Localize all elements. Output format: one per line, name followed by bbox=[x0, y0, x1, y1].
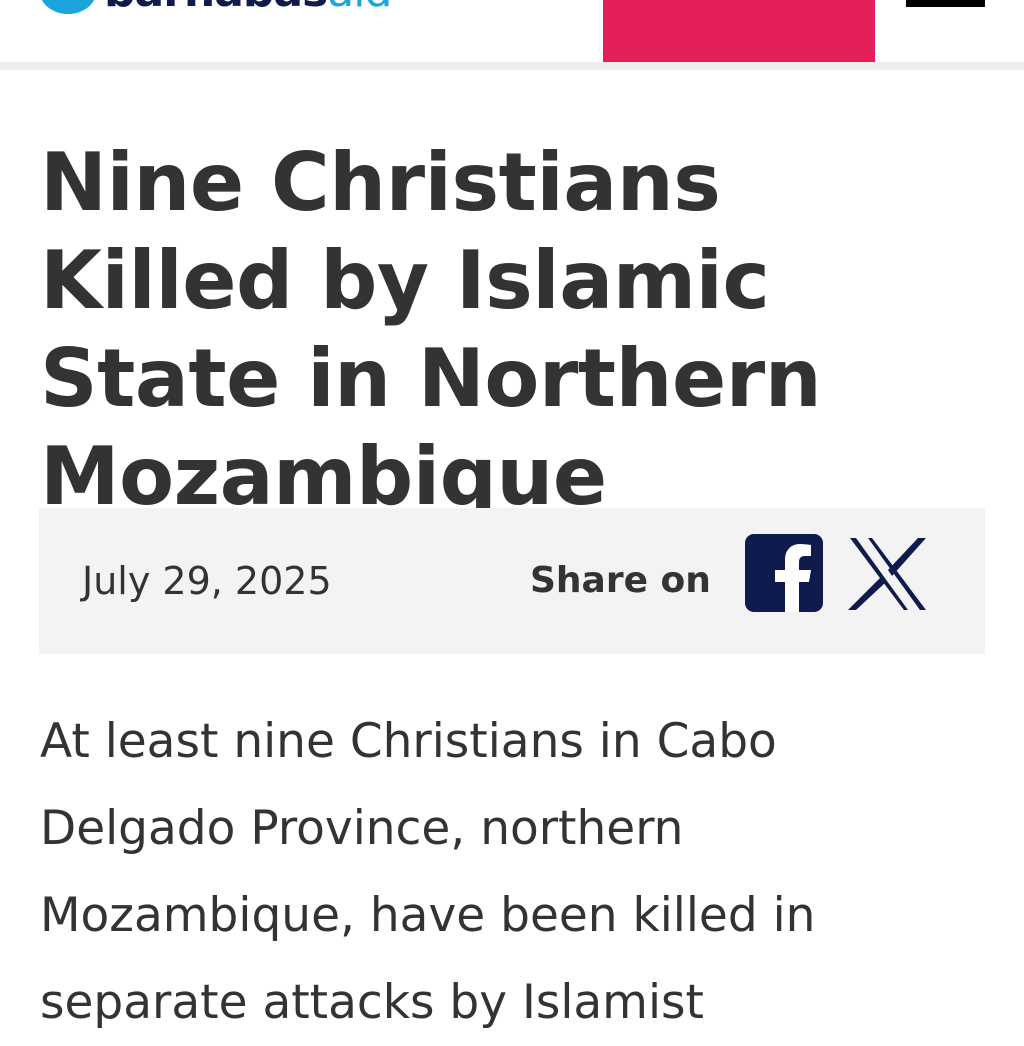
article-title: Nine Christians Killed by Islamic State … bbox=[40, 136, 822, 523]
share-label: Share on bbox=[530, 560, 711, 601]
logo-mark-icon bbox=[40, 0, 96, 14]
article-date: July 29, 2025 bbox=[82, 559, 332, 603]
facebook-icon[interactable] bbox=[745, 534, 823, 612]
site-header: barnabasaid bbox=[0, 0, 1024, 62]
donate-button[interactable] bbox=[603, 0, 875, 62]
logo-suffix: aid bbox=[327, 0, 392, 17]
logo-name: barnabas bbox=[104, 0, 328, 17]
site-logo[interactable]: barnabasaid bbox=[40, 0, 392, 17]
x-icon[interactable] bbox=[848, 536, 928, 612]
article-meta-bar: July 29, 2025 Share on bbox=[39, 508, 985, 654]
article-body: At least nine Christians in Cabo Delgado… bbox=[40, 714, 816, 1030]
logo-wordmark: barnabasaid bbox=[104, 0, 392, 17]
menu-icon[interactable] bbox=[906, 0, 985, 7]
header-divider bbox=[0, 62, 1024, 70]
